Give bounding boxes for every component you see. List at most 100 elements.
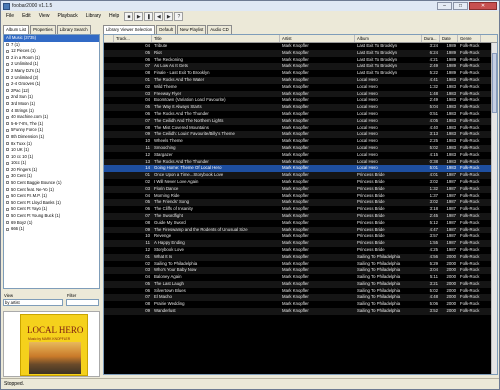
tree-item[interactable]: 2nd Sun (1) bbox=[4, 94, 99, 101]
tree-item[interactable]: 50 Cent P.I.M.P. (1) bbox=[4, 193, 99, 200]
playlist-row[interactable]: 13 The Rocks And The Thunder Mark Knopfler… bbox=[104, 158, 497, 166]
tree-item[interactable]: 2 Many DJ's (1) bbox=[4, 68, 99, 75]
expand-icon[interactable] bbox=[6, 207, 9, 211]
playlist-row[interactable]: 10 Revenge Mark Knopfler Princess Bride 3:57… bbox=[104, 233, 497, 240]
tree-item[interactable]: 7 (1) bbox=[4, 42, 99, 49]
tree-item[interactable]: 50 Cent Baggie Bounce (1) bbox=[4, 180, 99, 187]
playlist-row[interactable]: 12 Storybook Love Mark Knopfler Princess Br… bbox=[104, 247, 497, 254]
pause-icon[interactable]: ❚ bbox=[144, 12, 154, 21]
playlist-row[interactable]: 03 Freeway Flyer Mark Knopfler Local Hero 1:… bbox=[104, 90, 497, 98]
tab-library-viewer-selection[interactable]: Library Viewer Selection bbox=[103, 25, 156, 34]
tree-item[interactable]: 10cc (1) bbox=[4, 160, 99, 167]
playlist-row[interactable]: 05 The Last Laugh Mark Knopfler Sailing To … bbox=[104, 280, 497, 288]
expand-icon[interactable] bbox=[6, 42, 9, 46]
playlist-row[interactable]: 01 What It Is Mark Knopfler Sailing To Phil… bbox=[104, 253, 497, 261]
stop-icon[interactable]: ■ bbox=[124, 12, 134, 21]
playlist-row[interactable]: 08 The Mist Covered Mountains Mark Knopfle… bbox=[104, 125, 497, 132]
expand-icon[interactable] bbox=[6, 188, 9, 192]
tree-item[interactable]: 2-4 Grooves (1) bbox=[4, 81, 99, 88]
playlist-row[interactable]: 02 I Will Never Love Again Mark Knopfler Pr… bbox=[104, 179, 497, 186]
tree-item[interactable]: 2 Unlimited (1) bbox=[4, 61, 99, 68]
col-title[interactable]: Title bbox=[152, 35, 280, 42]
expand-icon[interactable] bbox=[6, 128, 9, 132]
menu-edit[interactable]: Edit bbox=[18, 11, 35, 22]
playlist-row[interactable]: 07 El Macho Mark Knopfler Sailing To Philad… bbox=[104, 294, 497, 302]
expand-icon[interactable] bbox=[6, 227, 9, 231]
expand-icon[interactable] bbox=[6, 221, 9, 225]
col-album[interactable]: Album bbox=[355, 35, 422, 42]
expand-icon[interactable] bbox=[6, 194, 9, 198]
playlist-row[interactable]: 04 Boomtown (Variation Loacl Favourite) Ma… bbox=[104, 97, 497, 104]
expand-icon[interactable] bbox=[6, 181, 9, 185]
tree-item[interactable]: 5-6-7-8's, The (1) bbox=[4, 121, 99, 128]
tab-audio-cd[interactable]: Audio CD bbox=[207, 25, 232, 34]
playlist-row[interactable]: 01 The Rocks And The Water Mark Knopfler Lo… bbox=[104, 76, 497, 84]
tree-item[interactable]: 10 cc 10 (1) bbox=[4, 154, 99, 161]
menu-library[interactable]: Library bbox=[82, 11, 105, 22]
playlist-row[interactable]: 11 A Happy Ending Mark Knopfler Princess Br… bbox=[104, 240, 497, 247]
playlist-row[interactable]: 05 The Way It Always Starts Mark Knopfler L… bbox=[104, 104, 497, 111]
tab-library-search[interactable]: Library Search bbox=[56, 25, 91, 34]
playlist-row[interactable]: 10 Wheels Theme Mark Knopfler Local Hero 2:2… bbox=[104, 138, 497, 145]
playlist-row[interactable]: 12 Stargazer Mark Knopfler Local Hero 4:15 19… bbox=[104, 152, 497, 159]
expand-icon[interactable] bbox=[6, 135, 9, 139]
col-artist[interactable]: Artist bbox=[280, 35, 355, 42]
tree-item[interactable]: 30 Cent (1) bbox=[4, 173, 99, 180]
previous-icon[interactable]: ◀ bbox=[154, 12, 164, 21]
expand-icon[interactable] bbox=[6, 82, 9, 86]
tab-new-playlist[interactable]: New Playlist bbox=[176, 25, 207, 34]
playlist-row[interactable]: 02 Wild Theme Mark Knopfler Local Hero 1:32 1… bbox=[104, 84, 497, 91]
tree-item[interactable]: 5Funny Force (1) bbox=[4, 127, 99, 134]
close-button[interactable]: ✕ bbox=[469, 2, 497, 10]
tree-item[interactable]: 8x Tuxx (1) bbox=[4, 141, 99, 148]
view-select[interactable]: by artist bbox=[3, 299, 63, 306]
playlist-row[interactable]: 14 Going Home: Theme Of Local Hero Mark Kn… bbox=[104, 165, 497, 173]
expand-icon[interactable] bbox=[6, 62, 9, 66]
filter-input[interactable] bbox=[66, 299, 99, 306]
tree-item[interactable]: 2 in a Room (1) bbox=[4, 55, 99, 62]
playlist-scrollbar[interactable] bbox=[491, 43, 497, 374]
playlist-row[interactable]: 03 Who's Your Baby Now Mark Knopfler Sailin… bbox=[104, 267, 497, 275]
expand-icon[interactable] bbox=[6, 168, 9, 172]
expand-icon[interactable] bbox=[6, 155, 9, 159]
col-date[interactable]: Date bbox=[440, 35, 458, 42]
expand-icon[interactable] bbox=[6, 201, 9, 205]
col-playing[interactable] bbox=[104, 35, 114, 42]
expand-icon[interactable] bbox=[6, 75, 9, 79]
playlist-row[interactable]: 04 Baloney Again Mark Knopfler Sailing To P… bbox=[104, 274, 497, 281]
tree-item[interactable]: 10 UK (1) bbox=[4, 147, 99, 154]
col-duration[interactable]: Dura... bbox=[422, 35, 440, 42]
random-icon[interactable]: ? bbox=[174, 12, 184, 21]
tree-item[interactable]: 2 Unlimited (2) bbox=[4, 75, 99, 82]
tree-item[interactable]: 50 Cent Ft Young Buck (1) bbox=[4, 213, 99, 220]
playlist-row[interactable]: 06 The Cliffs of Insanity Mark Knopfler Pri… bbox=[104, 206, 497, 213]
album-tree[interactable]: All Music (3735) 7 (1) 12 Pieces (1) 2 in … bbox=[3, 34, 100, 289]
playlist-row[interactable]: 04 Morning Ride Mark Knopfler Princess Brid… bbox=[104, 193, 497, 200]
col-track[interactable]: Track... bbox=[114, 35, 152, 42]
tree-item[interactable]: 50 Cent feat. Ne-Yo (1) bbox=[4, 187, 99, 194]
expand-icon[interactable] bbox=[6, 148, 9, 152]
expand-icon[interactable] bbox=[6, 122, 9, 126]
menu-help[interactable]: Help bbox=[105, 11, 123, 22]
expand-icon[interactable] bbox=[6, 108, 9, 112]
playlist-row[interactable]: 06 The Reckoning Mark Knopfler Last Exit To… bbox=[104, 57, 497, 64]
playlist-row[interactable]: 08 Guide My Sword Mark Knopfler Princess Br… bbox=[104, 220, 497, 227]
playlist-row[interactable]: 07 As Low As It Gets Mark Knopfler Last Exi… bbox=[104, 63, 497, 71]
play-icon[interactable]: ▶ bbox=[134, 12, 144, 21]
playlist-row[interactable]: 09 The Fireswamp and the Rodents of Unusu… bbox=[104, 226, 497, 234]
playlist-row[interactable]: 03 Florin Dance Mark Knopfler Princess Brid… bbox=[104, 185, 497, 193]
playlist-row[interactable]: 04 Tribute Mark Knopfler Last Exit To Brook… bbox=[104, 43, 497, 50]
playlist-row[interactable]: 05 The Friends' Song Mark Knopfler Princess… bbox=[104, 199, 497, 207]
tab-default[interactable]: Default bbox=[156, 25, 176, 34]
tree-item[interactable]: 3rd Moon (1) bbox=[4, 101, 99, 108]
expand-icon[interactable] bbox=[6, 174, 9, 178]
tree-item[interactable]: 50 Cent Ft Lloyd Banks (1) bbox=[4, 200, 99, 207]
expand-icon[interactable] bbox=[6, 102, 9, 106]
col-genre[interactable]: Genre bbox=[458, 35, 481, 42]
playlist-row[interactable]: 06 Silvertown Blues Mark Knopfler Sailing T… bbox=[104, 288, 497, 295]
playlist-row[interactable]: 08 Prairie Wedding Mark Knopfler Sailing To… bbox=[104, 301, 497, 308]
tree-item[interactable]: 2Pac (12) bbox=[4, 88, 99, 95]
playlist-row[interactable]: 05 Riot Mark Knopfler Last Exit To Brooklyn… bbox=[104, 49, 497, 57]
tree-item[interactable]: 4 Strings (1) bbox=[4, 108, 99, 115]
tree-item[interactable]: 69 Boyz (1) bbox=[4, 220, 99, 227]
